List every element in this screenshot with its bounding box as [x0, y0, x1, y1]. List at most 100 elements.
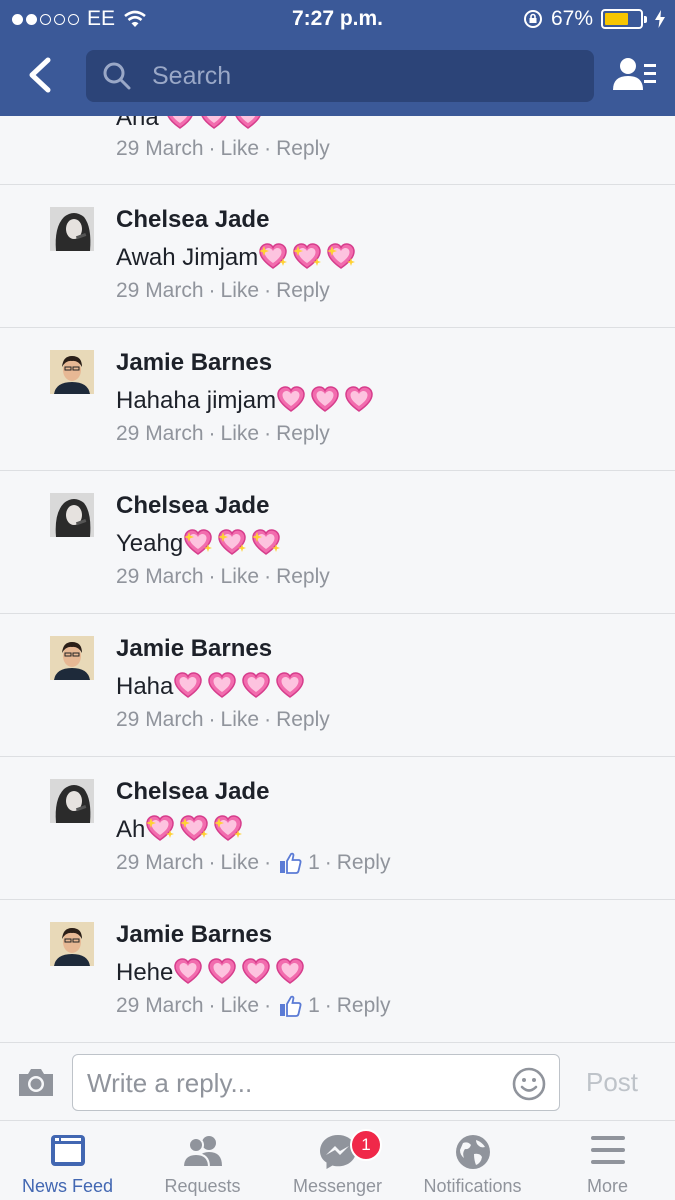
sparkling-heart-emoji: [252, 529, 281, 555]
globe-icon: [455, 1135, 490, 1169]
like-link[interactable]: Like: [221, 137, 260, 161]
battery-percent: 67%: [550, 7, 593, 30]
like-link[interactable]: Like: [221, 565, 260, 589]
comment-text: Hahaha jimjam: [116, 387, 277, 414]
avatar[interactable]: [50, 207, 94, 251]
sparkling-heart-emoji: [184, 529, 213, 555]
comment-text: Awah Jimjam: [116, 244, 259, 271]
top-bar: EE 7:27 p.m. 67%: [0, 0, 675, 116]
like-link[interactable]: Like: [221, 994, 260, 1018]
friends-list-icon[interactable]: [611, 54, 657, 98]
comment-meta: 29 March · Like · 1 · Reply: [116, 851, 391, 875]
comment-author[interactable]: Jamie Barnes: [116, 921, 272, 949]
tab-more[interactable]: More: [540, 1121, 675, 1200]
rotation-lock-icon: [523, 10, 542, 28]
comment-author[interactable]: Jamie Barnes: [116, 635, 272, 663]
comment-author[interactable]: Chelsea Jade: [116, 492, 269, 520]
sparkling-heart-emoji: [293, 243, 322, 269]
charging-bolt-icon: [655, 10, 665, 28]
comment-meta: 29 March · Like · Reply: [116, 708, 330, 732]
post-button[interactable]: Post: [586, 1067, 638, 1098]
reply-link[interactable]: Reply: [276, 279, 330, 303]
comment-item: Chelsea Jade Yeahg 29 March · Like · Reply: [0, 471, 675, 614]
comment-date: 29 March: [116, 994, 204, 1017]
avatar[interactable]: [50, 922, 94, 966]
pink-heart-emoji: [208, 958, 237, 984]
reply-link[interactable]: Reply: [276, 137, 330, 161]
like-link[interactable]: Like: [221, 708, 260, 732]
comment-author[interactable]: Jamie Barnes: [116, 349, 272, 377]
comment-meta: 29 March · Like · Reply: [116, 137, 330, 161]
comment-date: 29 March: [116, 708, 204, 731]
reply-composer: Post: [0, 1042, 675, 1120]
reply-link[interactable]: Reply: [337, 851, 391, 875]
like-thumb-icon: [280, 995, 302, 1017]
reply-link[interactable]: Reply: [337, 994, 391, 1018]
friend-requests-icon: [181, 1136, 222, 1168]
sparkling-heart-emoji: [214, 815, 243, 841]
like-link[interactable]: Like: [221, 279, 260, 303]
avatar[interactable]: [50, 350, 94, 394]
search-bar[interactable]: [86, 50, 594, 102]
comment-meta: 29 March · Like · Reply: [116, 565, 330, 589]
reply-link[interactable]: Reply: [276, 422, 330, 446]
comment-text: Aha: [116, 116, 159, 131]
comment-text: Ah: [116, 816, 146, 843]
comment-date: 29 March: [116, 422, 204, 445]
tab-bar: News Feed Requests 1 Messenger Notificat…: [0, 1120, 675, 1200]
like-thumb-icon: [280, 852, 302, 874]
pink-heart-emoji: [235, 116, 262, 129]
comment-item: Jamie Barnes Haha 29 March · Like · Reply: [0, 614, 675, 757]
pink-heart-emoji: [201, 116, 228, 129]
like-link[interactable]: Like: [221, 851, 260, 875]
back-arrow-icon[interactable]: [22, 52, 62, 98]
comment-date: 29 March: [116, 137, 204, 160]
pink-heart-emoji: [174, 672, 203, 698]
comments-container: Chelsea Jade Awah Jimjam 29 March · Like · Rep…: [0, 185, 675, 1042]
pink-heart-emoji: [174, 958, 203, 984]
comment-thread: Aha 29 March · Like · Reply Chelsea Jade…: [0, 116, 675, 1042]
sparkling-heart-emoji: [218, 529, 247, 555]
pink-heart-emoji: [242, 958, 271, 984]
like-count[interactable]: 1: [308, 994, 320, 1018]
reply-input[interactable]: [87, 1065, 487, 1101]
sparkling-heart-emoji: [180, 815, 209, 841]
camera-icon[interactable]: [16, 1065, 56, 1099]
avatar[interactable]: [50, 636, 94, 680]
tab-requests[interactable]: Requests: [135, 1121, 270, 1200]
comment-author[interactable]: Chelsea Jade: [116, 206, 269, 234]
reply-link[interactable]: Reply: [276, 708, 330, 732]
tab-notifications[interactable]: Notifications: [405, 1121, 540, 1200]
comment-date: 29 March: [116, 565, 204, 588]
search-input[interactable]: [152, 61, 552, 91]
status-bar: EE 7:27 p.m. 67%: [0, 0, 675, 38]
like-link[interactable]: Like: [221, 422, 260, 446]
pink-heart-emoji: [208, 672, 237, 698]
sparkling-heart-emoji: [327, 243, 356, 269]
menu-icon: [590, 1136, 625, 1164]
comment-text: Haha: [116, 673, 174, 700]
comment-text: Hehe: [116, 959, 174, 986]
avatar[interactable]: [50, 493, 94, 537]
comment-meta: 29 March · Like · Reply: [116, 279, 330, 303]
pink-heart-emoji: [276, 672, 305, 698]
pink-heart-emoji: [242, 672, 271, 698]
like-count[interactable]: 1: [308, 851, 320, 875]
sticker-smiley-icon[interactable]: [511, 1066, 547, 1102]
comment-date: 29 March: [116, 279, 204, 302]
comment-item: Chelsea Jade Ah 29 March · Like · 1 · Reply: [0, 757, 675, 900]
tab-messenger[interactable]: 1 Messenger: [270, 1121, 405, 1200]
battery-icon: [601, 9, 647, 29]
reply-link[interactable]: Reply: [276, 565, 330, 589]
notification-badge: 1: [350, 1129, 382, 1161]
reply-field[interactable]: [72, 1054, 560, 1111]
comment-item: Jamie Barnes Hahaha jimjam 29 March · Like · R…: [0, 328, 675, 471]
sparkling-heart-emoji: [259, 243, 288, 269]
pink-heart-emoji: [311, 386, 339, 412]
comment-author[interactable]: Chelsea Jade: [116, 778, 269, 806]
comment-item: Jamie Barnes Hehe 29 March · Like · 1 · Reply: [0, 900, 675, 1042]
avatar[interactable]: [50, 779, 94, 823]
pink-heart-emoji: [345, 386, 373, 412]
tab-news-feed[interactable]: News Feed: [0, 1121, 135, 1200]
pink-heart-emoji: [276, 958, 305, 984]
